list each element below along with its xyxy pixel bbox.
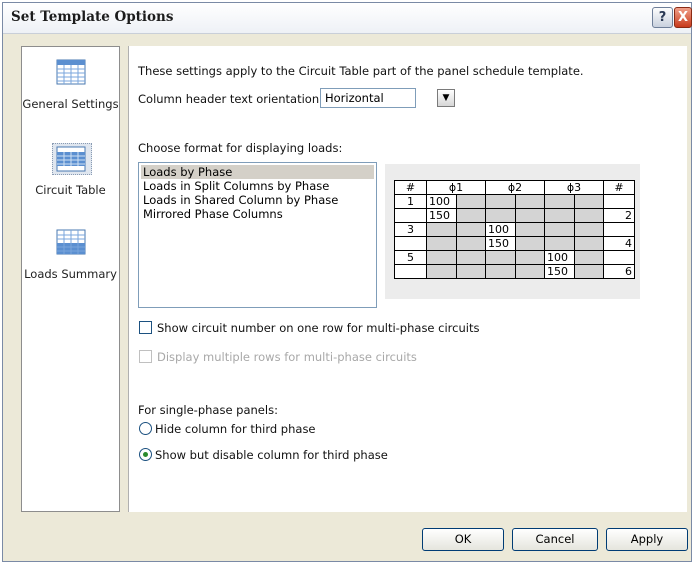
table-cell — [456, 250, 486, 265]
show-third-phase-label: Show but disable column for third phase — [155, 448, 388, 462]
table-cell — [544, 236, 575, 251]
table-cell: 100 — [485, 222, 516, 237]
multi-rows-label: Display multiple rows for multi-phase ci… — [157, 350, 417, 364]
table-row: 5 100 — [394, 250, 635, 265]
sidebar: General Settings Circuit Table Loads Sum… — [21, 46, 120, 512]
hide-third-phase-radio[interactable] — [139, 422, 152, 435]
table-cell — [574, 236, 604, 251]
header-cell: # — [603, 180, 635, 195]
show-circuit-number-label: Show circuit number on one row for multi… — [157, 321, 480, 335]
table-cell — [574, 208, 604, 223]
hide-third-phase-label: Hide column for third phase — [155, 422, 316, 436]
list-item[interactable]: Loads by Phase — [141, 165, 374, 179]
format-label: Choose format for displaying loads: — [138, 141, 343, 155]
header-cell: ϕ3 — [544, 180, 604, 195]
table-cell — [485, 264, 516, 279]
table-cell — [394, 264, 427, 279]
general-settings-icon — [56, 59, 86, 85]
close-button[interactable]: X — [674, 7, 692, 28]
sidebar-item-circuit-table[interactable]: Circuit Table — [22, 143, 119, 215]
table-cell — [515, 194, 545, 209]
table-cell — [394, 208, 427, 223]
apply-button[interactable]: Apply — [606, 528, 688, 551]
table-cell — [426, 236, 457, 251]
table-cell — [515, 250, 545, 265]
table-cell — [544, 222, 575, 237]
table-cell — [603, 250, 635, 265]
orientation-select[interactable]: Horizontal — [320, 88, 416, 108]
orientation-label: Column header text orientation: — [138, 92, 323, 106]
table-cell — [485, 250, 516, 265]
table-row: 3 100 — [394, 222, 635, 237]
header-cell: # — [394, 180, 427, 195]
table-cell — [456, 264, 486, 279]
ok-button[interactable]: OK — [422, 528, 504, 551]
table-cell — [426, 250, 457, 265]
header-cell: ϕ2 — [485, 180, 545, 195]
format-preview: # ϕ1 ϕ2 ϕ3 # 1 100 150 2 3 100 150 4 5 1… — [385, 164, 640, 299]
table-row: 150 6 — [394, 264, 635, 279]
table-cell — [426, 264, 457, 279]
radio-selected-dot — [143, 452, 148, 457]
multi-rows-checkbox — [139, 350, 152, 363]
table-cell — [515, 264, 545, 279]
show-third-phase-radio[interactable] — [139, 448, 152, 461]
show-circuit-number-checkbox[interactable] — [139, 321, 152, 334]
table-cell: 100 — [544, 250, 575, 265]
table-cell — [515, 208, 545, 223]
table-cell: 1 — [394, 194, 427, 209]
table-cell: 100 — [426, 194, 457, 209]
table-cell: 6 — [603, 264, 635, 279]
cancel-button[interactable]: Cancel — [512, 528, 598, 551]
table-cell — [574, 250, 604, 265]
sidebar-item-label: Loads Summary — [24, 267, 117, 281]
title-bar: Set Template Options ? X — [3, 3, 692, 34]
list-item[interactable]: Loads in Shared Column by Phase — [141, 193, 374, 207]
table-cell: 4 — [603, 236, 635, 251]
single-phase-label: For single-phase panels: — [138, 403, 278, 417]
table-cell — [603, 194, 635, 209]
sidebar-item-general-settings[interactable]: General Settings — [22, 57, 119, 132]
table-cell — [485, 208, 516, 223]
list-item[interactable]: Loads in Split Columns by Phase — [141, 179, 374, 193]
list-item[interactable]: Mirrored Phase Columns — [141, 207, 374, 221]
header-cell: ϕ1 — [426, 180, 486, 195]
preview-table: # ϕ1 ϕ2 ϕ3 # 1 100 150 2 3 100 150 4 5 1… — [394, 180, 635, 279]
table-cell: 150 — [426, 208, 457, 223]
intro-text: These settings apply to the Circuit Tabl… — [138, 64, 584, 78]
sidebar-item-loads-summary[interactable]: Loads Summary — [22, 227, 119, 299]
window-title: Set Template Options — [11, 9, 174, 25]
table-cell: 150 — [544, 264, 575, 279]
table-cell — [394, 236, 427, 251]
table-cell — [456, 222, 486, 237]
table-cell: 150 — [485, 236, 516, 251]
table-cell — [574, 222, 604, 237]
sidebar-item-label: General Settings — [22, 97, 119, 111]
table-cell — [456, 208, 486, 223]
table-cell: 5 — [394, 250, 427, 265]
table-cell: 3 — [394, 222, 427, 237]
table-cell — [515, 236, 545, 251]
table-cell — [544, 194, 575, 209]
table-cell — [456, 194, 486, 209]
table-cell — [603, 222, 635, 237]
table-row: 1 100 — [394, 194, 635, 209]
help-button[interactable]: ? — [652, 7, 673, 28]
table-row: 150 4 — [394, 236, 635, 251]
table-row: # ϕ1 ϕ2 ϕ3 # — [394, 180, 635, 195]
table-cell — [515, 222, 545, 237]
table-cell — [574, 264, 604, 279]
chevron-down-icon[interactable]: ▼ — [437, 89, 455, 107]
table-row: 150 2 — [394, 208, 635, 223]
load-format-listbox[interactable]: Loads by Phase Loads in Split Columns by… — [138, 162, 377, 308]
table-cell — [574, 194, 604, 209]
table-cell — [456, 236, 486, 251]
table-cell — [544, 208, 575, 223]
circuit-table-icon — [56, 146, 86, 172]
table-cell: 2 — [603, 208, 635, 223]
loads-summary-icon — [56, 229, 86, 255]
sidebar-item-label: Circuit Table — [35, 183, 106, 197]
table-cell — [485, 194, 516, 209]
table-cell — [426, 222, 457, 237]
